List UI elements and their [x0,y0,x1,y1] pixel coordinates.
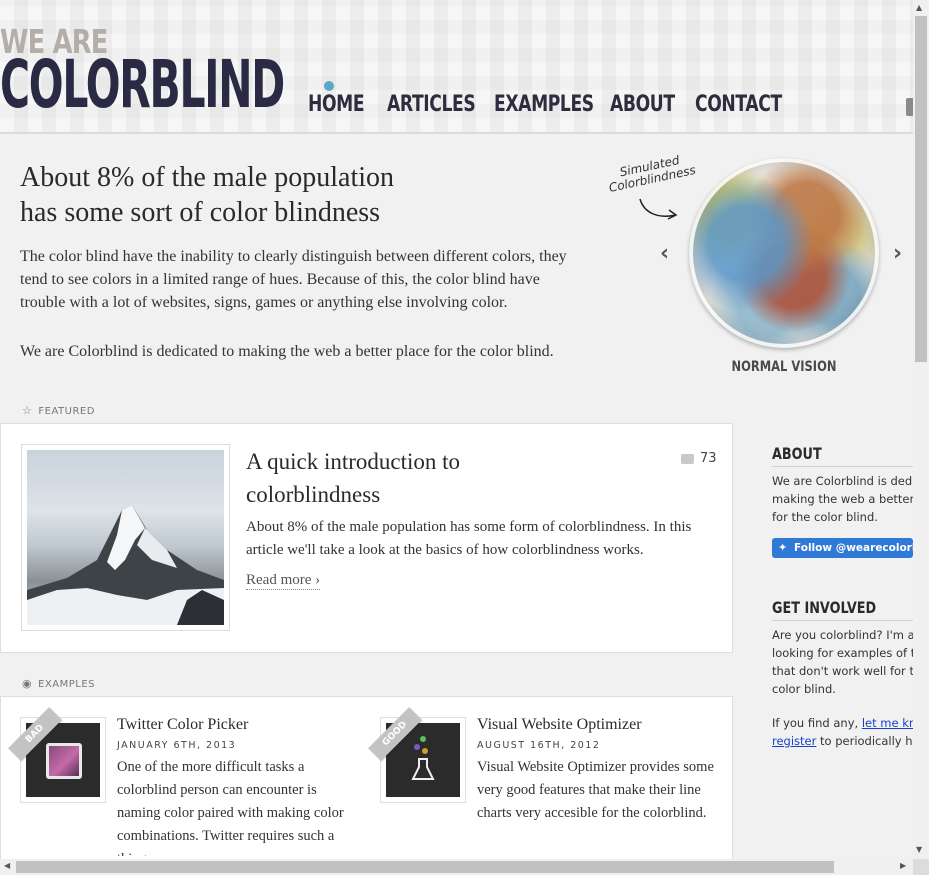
sidebar-about-line: making the web a better pl [772,492,913,506]
vertical-scrollbar[interactable]: ▲ ▼ [913,0,929,859]
featured-thumbnail[interactable] [21,444,230,631]
sidebar-involved-line: color blind. [772,682,836,696]
sidebar-about-heading: ABOUT [772,444,822,463]
scroll-left-icon[interactable]: ◀ [4,861,10,870]
main-nav: HOME ARTICLES EXAMPLES ABOUT CONTACT [0,92,913,122]
register-suffix: to periodically help [820,734,913,748]
example-date: JANUARY 6TH, 2013 [117,740,237,751]
featured-label-text: FEATURED [38,406,95,417]
divider [772,620,913,621]
intro-heading-line1: About 8% of the male population [20,162,395,193]
sidebar-about-line: for the color blind. [772,510,878,524]
twitter-follow-button[interactable]: ✦ Follow @wearecolorblind [772,538,913,558]
intro-heading-line2: has some sort of color blindness [20,197,381,228]
example-text: One of the more difficult tasks a colorb… [117,759,344,856]
vertical-scroll-thumb[interactable] [915,16,927,362]
intro-heading: About 8% of the male population has some… [20,160,580,230]
let-me-know-link[interactable]: let me know [862,716,913,730]
comment-count-value: 73 [700,451,717,466]
vision-sample-image [689,158,879,348]
comment-count[interactable]: 73 [681,451,717,466]
sidebar-involved-line: Are you colorblind? I'm alw [772,628,913,642]
featured-title-line1: A quick introduction to [246,449,461,474]
scrollbar-corner [913,859,929,875]
find-prefix: If you find any, [772,716,862,730]
featured-excerpt: About 8% of the male population has some… [246,519,692,558]
mountain-image [27,450,224,625]
active-nav-indicator [324,81,334,91]
featured-title[interactable]: A quick introduction to colorblindness [246,445,666,511]
sidebar-about-text: We are Colorblind is dedica making the w… [772,472,913,526]
sidebar-involved-text: Are you colorblind? I'm alw looking for … [772,626,913,698]
featured-label: ☆ FEATURED [22,404,95,417]
sidebar-involved-line: looking for examples of thi [772,646,913,660]
example-title[interactable]: Visual Website Optimizer [477,716,642,734]
nav-contact[interactable]: CONTACT [695,92,782,117]
featured-title-line2: colorblindness [246,482,381,507]
sidebar-involved-line: that don't work well for the [772,664,913,678]
nav-about[interactable]: ABOUT [610,92,675,117]
register-link[interactable]: register [772,734,816,748]
scroll-up-icon[interactable]: ▲ [916,3,922,12]
scroll-down-icon[interactable]: ▼ [916,845,922,854]
handdrawn-arrow-icon [639,198,678,220]
twitter-bird-icon: ✦ [778,541,788,554]
nav-examples[interactable]: EXAMPLES [494,92,594,117]
sidebar-find-text: If you find any, let me know register to… [772,714,913,750]
divider [772,466,913,467]
intro-paragraph: The color blind have the inability to cl… [20,248,567,311]
example-date: AUGUST 16TH, 2012 [477,740,601,751]
horizontal-scrollbar[interactable]: ◀ ▶ [0,859,913,875]
simulated-note: Simulated Colorblindness [607,153,697,195]
color-swatch [46,743,82,779]
sidebar-about-line: We are Colorblind is dedica [772,474,913,488]
horizontal-scroll-thumb[interactable] [16,861,834,873]
comment-bubble-icon [681,453,694,464]
chevron-right-icon[interactable]: › [893,243,909,265]
sidebar-involved-heading: GET INVOLVED [772,598,877,617]
read-more-link[interactable]: Read more › [246,572,321,590]
examples-label-text: EXAMPLES [38,679,96,690]
site-header: WE ARE COLORBLIND HOME ARTICLES EXAMPLES… [0,0,914,134]
twitter-follow-label: Follow @wearecolorblind [794,542,913,554]
star-icon: ☆ [22,404,33,417]
vision-caption: NORMAL VISION [731,359,837,375]
mountain-illustration [27,505,224,625]
intro-mission: We are Colorblind is dedicated to making… [20,343,554,360]
scroll-right-icon[interactable]: ▶ [900,861,906,870]
example-text: Visual Website Optimizer provides some v… [477,759,714,821]
nav-home[interactable]: HOME [308,92,365,117]
nav-articles[interactable]: ARTICLES [387,92,476,117]
eye-icon: ◉ [22,677,33,690]
examples-label: ◉ EXAMPLES [22,677,95,690]
chevron-left-icon[interactable]: ‹ [660,243,676,265]
example-title[interactable]: Twitter Color Picker [117,716,248,734]
